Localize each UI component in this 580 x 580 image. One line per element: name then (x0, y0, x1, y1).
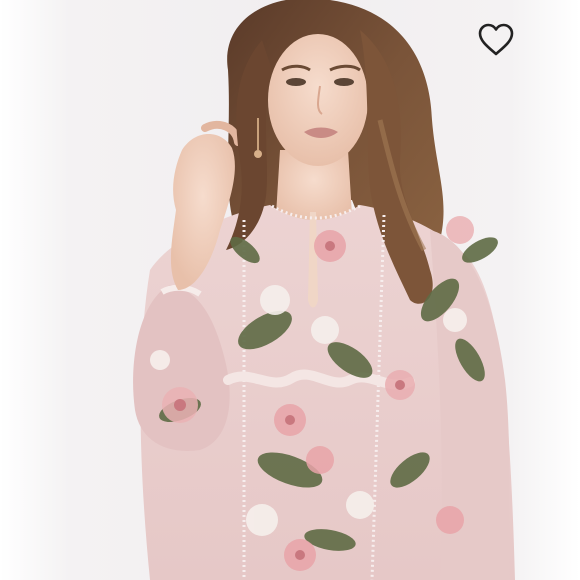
heart-outline-icon (478, 23, 514, 56)
earring-drop (254, 150, 262, 158)
left-eye (286, 78, 306, 86)
favorite-button[interactable] (474, 18, 518, 62)
right-eye (334, 78, 354, 86)
product-photo (0, 0, 580, 580)
product-image-viewer (0, 0, 580, 580)
